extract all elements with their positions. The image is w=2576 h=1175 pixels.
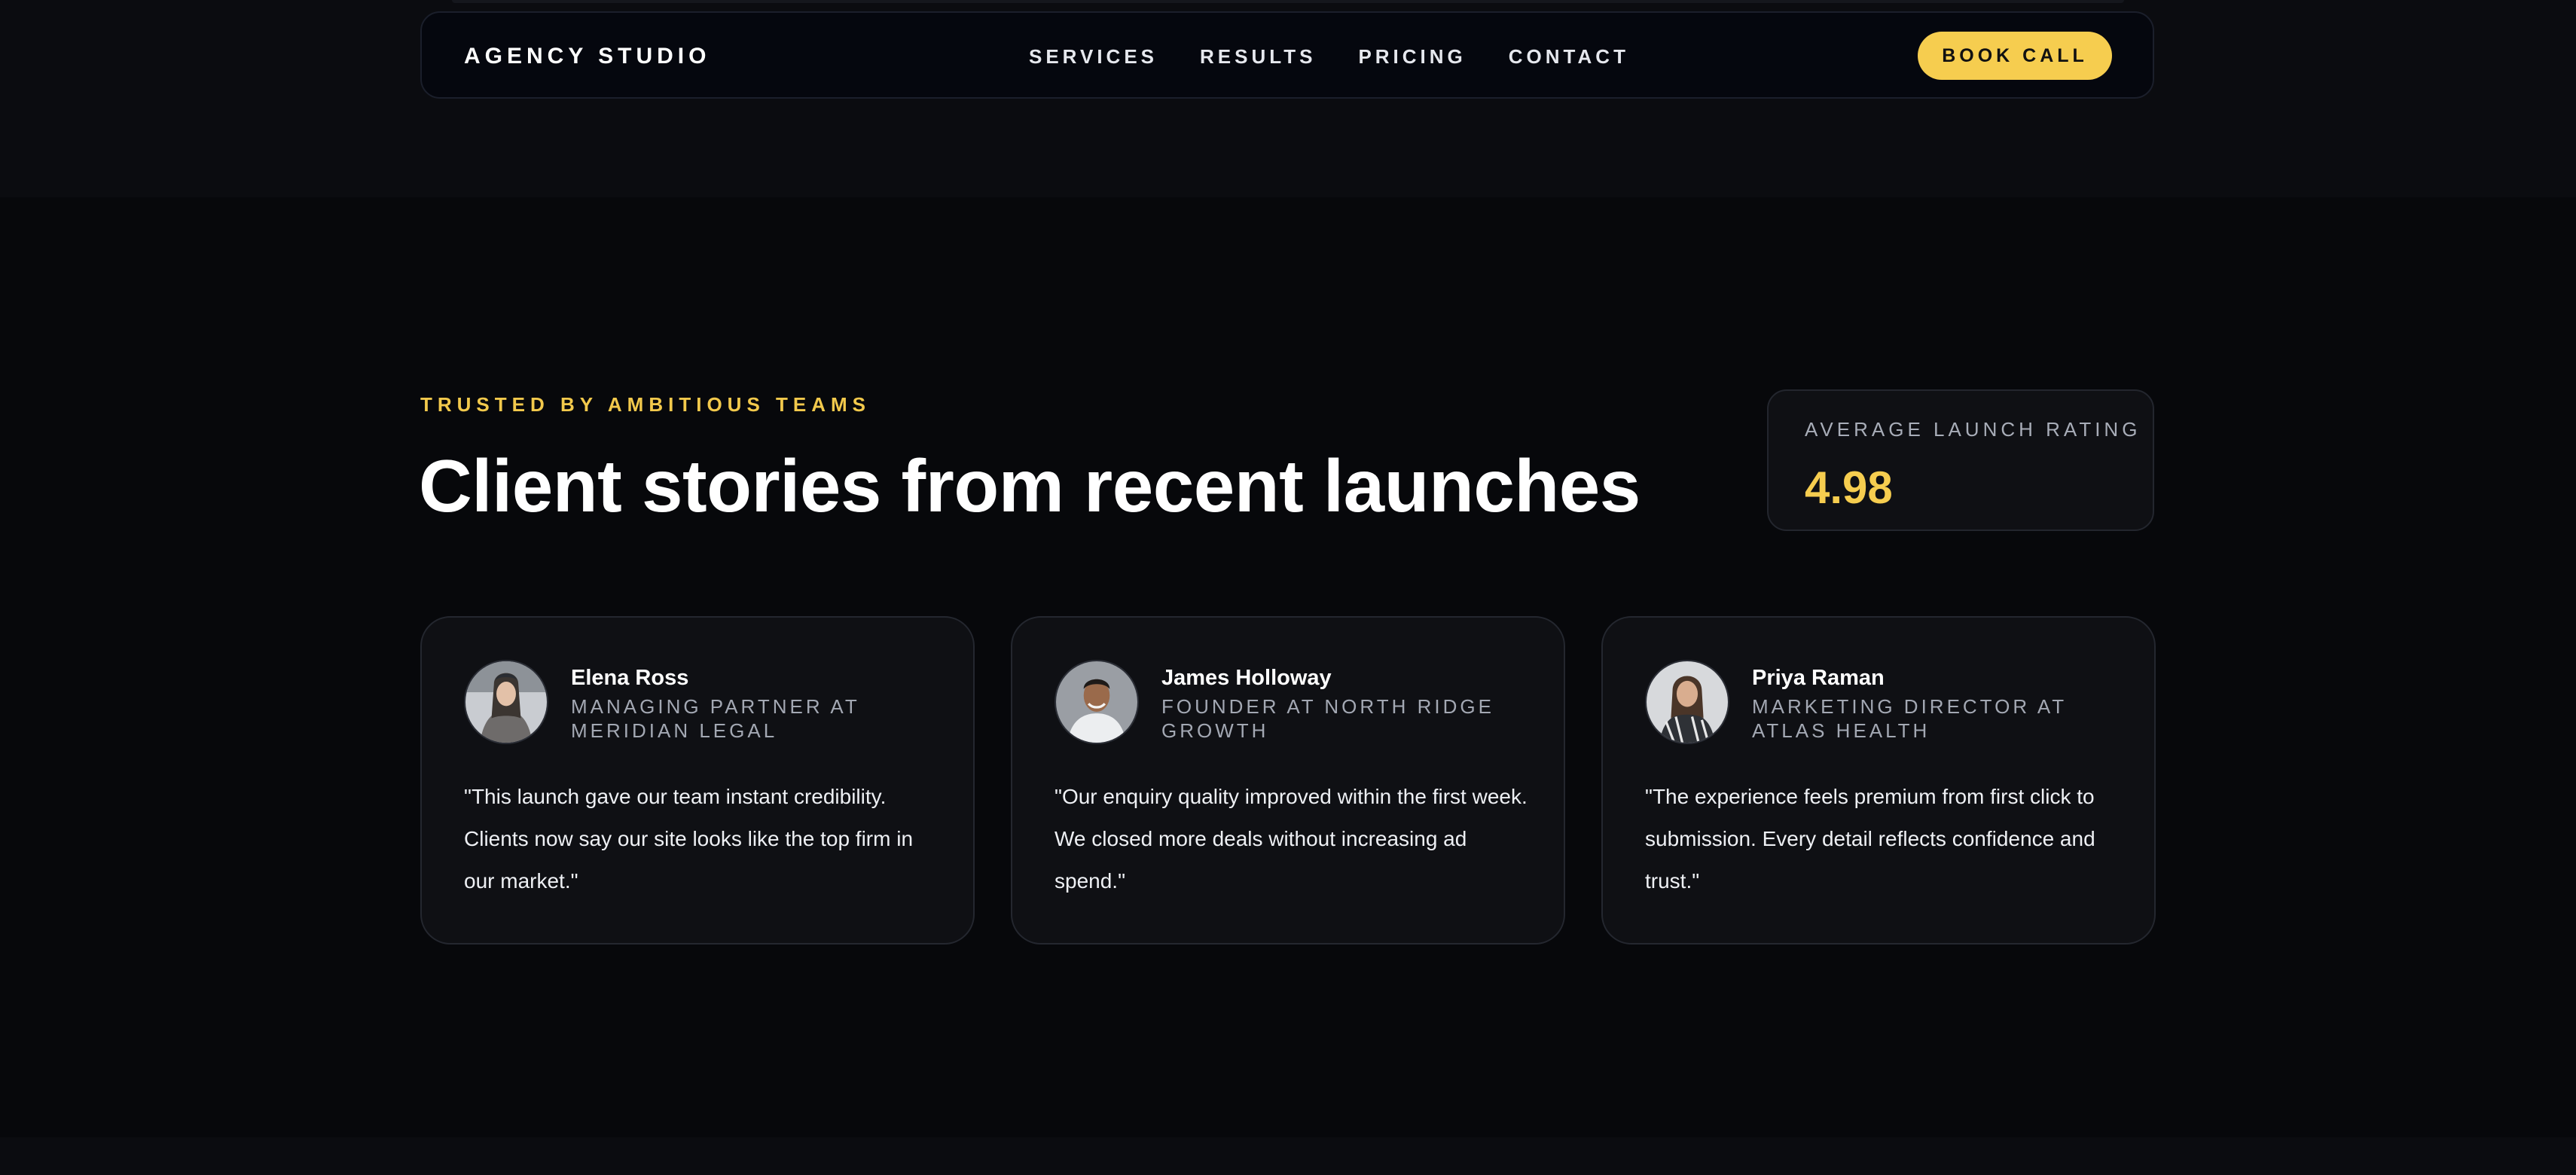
person-info: James Holloway FOUNDER AT NORTH RIDGE GR… bbox=[1161, 664, 1538, 743]
nav-link-pricing[interactable]: PRICING bbox=[1358, 45, 1466, 69]
nav-links: SERVICES RESULTS PRICING CONTACT bbox=[1029, 13, 1629, 100]
person-info: Elena Ross MANAGING PARTNER AT MERIDIAN … bbox=[571, 664, 948, 743]
next-section-band bbox=[0, 1137, 2576, 1175]
person-photo-icon bbox=[465, 661, 547, 743]
nav-link-services[interactable]: SERVICES bbox=[1029, 45, 1158, 69]
rating-value: 4.98 bbox=[1805, 462, 1893, 513]
avatar bbox=[1645, 660, 1729, 744]
person-role: MARKETING DIRECTOR AT ATLAS HEALTH bbox=[1752, 695, 2067, 742]
book-call-button[interactable]: BOOK CALL bbox=[1918, 32, 2112, 80]
person-name: James Holloway bbox=[1161, 666, 1332, 690]
testimonial-card: James Holloway FOUNDER AT NORTH RIDGE GR… bbox=[1011, 616, 1565, 945]
rating-card: AVERAGE LAUNCH RATING 4.98 bbox=[1767, 389, 2154, 531]
nav-link-contact[interactable]: CONTACT bbox=[1509, 45, 1629, 69]
section-title: Client stories from recent launches bbox=[419, 444, 1641, 527]
testimonial-quote: "The experience feels premium from first… bbox=[1645, 785, 2095, 893]
person-role: MANAGING PARTNER AT MERIDIAN LEGAL bbox=[571, 695, 860, 742]
testimonial-quote: "Our enquiry quality improved within the… bbox=[1055, 785, 1528, 893]
person-name: Priya Raman bbox=[1752, 666, 1885, 690]
person-role: FOUNDER AT NORTH RIDGE GROWTH bbox=[1161, 695, 1494, 742]
nav-link-results[interactable]: RESULTS bbox=[1200, 45, 1316, 69]
testimonial-card: Priya Raman MARKETING DIRECTOR AT ATLAS … bbox=[1601, 616, 2156, 945]
previous-section-edge bbox=[452, 0, 2124, 3]
person-name: Elena Ross bbox=[571, 666, 689, 690]
person-photo-icon bbox=[1647, 661, 1728, 743]
person-photo-icon bbox=[1056, 661, 1137, 743]
testimonial-card: Elena Ross MANAGING PARTNER AT MERIDIAN … bbox=[420, 616, 975, 945]
rating-label: AVERAGE LAUNCH RATING bbox=[1805, 418, 2141, 441]
testimonial-quote: "This launch gave our team instant credi… bbox=[464, 785, 914, 893]
avatar bbox=[1055, 660, 1139, 744]
top-navbar: AGENCY STUDIO SERVICES RESULTS PRICING C… bbox=[420, 11, 2154, 99]
person-info: Priya Raman MARKETING DIRECTOR AT ATLAS … bbox=[1752, 664, 2129, 743]
avatar bbox=[464, 660, 548, 744]
brand-logo[interactable]: AGENCY STUDIO bbox=[464, 13, 710, 100]
section-eyebrow: TRUSTED BY AMBITIOUS TEAMS bbox=[420, 393, 871, 416]
